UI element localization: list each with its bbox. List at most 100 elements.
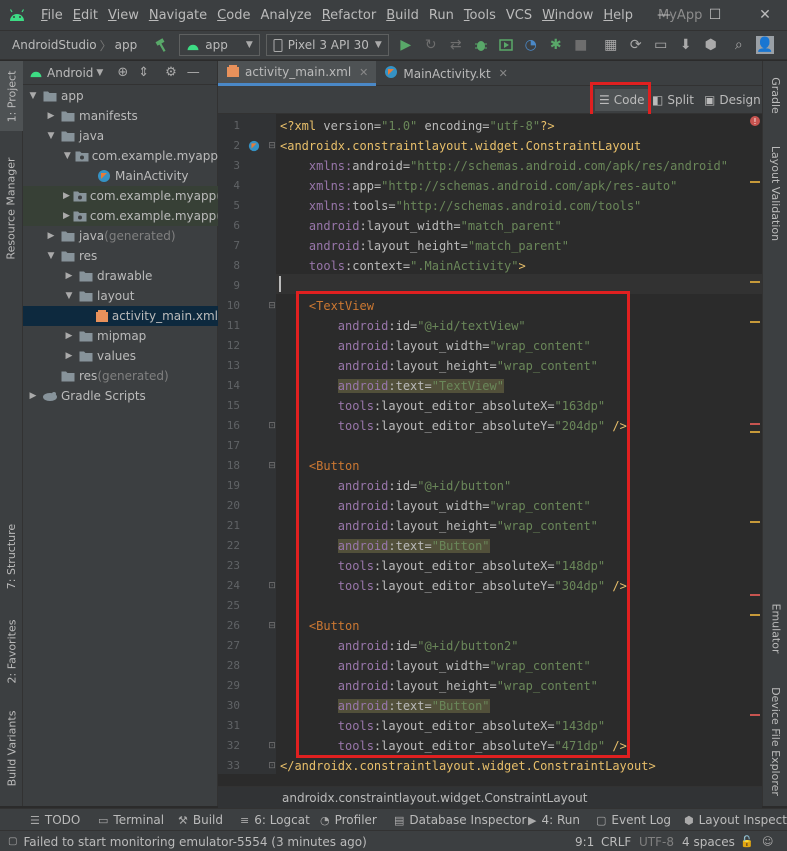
status-message[interactable]: ▢ Failed to start monitoring emulator-55… [8, 831, 367, 851]
warning-mark[interactable] [750, 181, 760, 183]
make-project-hammer-icon[interactable] [151, 34, 173, 56]
layout-inspector-icon[interactable]: ⬢ [700, 34, 722, 56]
run-configuration-select[interactable]: app ▼ [179, 34, 260, 56]
tree-item[interactable]: ▼ res [23, 246, 218, 266]
tree-item[interactable]: MainActivity [23, 166, 218, 186]
tool-tab-build-variants[interactable]: Build Variants [0, 701, 23, 796]
tool-terminal[interactable]: ▭ Terminal [98, 809, 164, 831]
project-structure-icon[interactable]: ▦ [600, 34, 622, 56]
gear-icon[interactable]: ⚙ [165, 65, 177, 80]
tree-item[interactable]: ▼ com.example.myapp [23, 146, 218, 166]
tree-item[interactable]: res (generated) [23, 366, 218, 386]
chevron-right-icon[interactable]: ▶ [27, 391, 39, 401]
chevron-right-icon[interactable]: ▶ [63, 271, 75, 281]
warning-mark[interactable] [750, 614, 760, 616]
code-editor[interactable]: <?xml version="1.0" encoding="utf-8"?> <a… [276, 114, 762, 774]
device-select[interactable]: Pixel 3 API 30 ▼ [265, 34, 389, 56]
collapse-all-icon[interactable]: ⇕ [138, 65, 149, 80]
design-view-button[interactable]: ▣ Design [704, 89, 761, 111]
chevron-down-icon[interactable]: ▼ [27, 91, 39, 101]
project-view-mode[interactable]: Android [47, 66, 93, 80]
tree-item[interactable]: ▶ mipmap [23, 326, 218, 346]
run-icon[interactable]: ▶ [395, 34, 417, 56]
warning-mark[interactable] [750, 521, 760, 523]
chevron-right-icon[interactable]: ▶ [63, 331, 75, 341]
tree-item[interactable]: ▶ drawable [23, 266, 218, 286]
debug-icon[interactable] [470, 34, 492, 56]
warning-mark[interactable] [750, 321, 760, 323]
chevron-down-icon[interactable]: ▼ [96, 68, 103, 78]
tool-logcat[interactable]: ≡ 6: Logcat [240, 809, 310, 831]
tree-item[interactable]: ▶ java (generated) [23, 226, 218, 246]
close-tab-icon[interactable]: ✕ [359, 66, 368, 79]
error-mark[interactable] [750, 594, 760, 596]
tool-database-inspector[interactable]: ▤ Database Inspector [394, 809, 526, 831]
related-activity-icon[interactable] [248, 136, 260, 156]
menu-view[interactable]: View [103, 8, 144, 23]
chevron-down-icon[interactable]: ▼ [45, 131, 57, 141]
tool-tab-structure[interactable]: 7: Structure [0, 511, 23, 601]
tree-item[interactable]: ▼ layout [23, 286, 218, 306]
attach-debugger-icon[interactable]: ✱ [545, 34, 567, 56]
search-icon[interactable]: ⌕ [728, 34, 750, 56]
avd-manager-icon[interactable]: ▭ [650, 34, 672, 56]
split-view-button[interactable]: ◧ Split [652, 89, 694, 111]
menu-tools[interactable]: Tools [459, 8, 501, 23]
chevron-right-icon[interactable]: ▶ [45, 231, 57, 241]
editor-tab[interactable]: activity_main.xml ✕ [218, 61, 377, 86]
tree-item[interactable]: ▶ values [23, 346, 218, 366]
tool-tab-device-file-explorer[interactable]: Device File Explorer [763, 676, 787, 806]
chevron-right-icon[interactable]: ▶ [63, 351, 75, 361]
chevron-down-icon[interactable]: ▼ [63, 151, 72, 161]
tree-item[interactable]: ▶com.example.myapp (a [23, 186, 218, 206]
menu-build[interactable]: Build [381, 8, 424, 23]
error-indicator-icon[interactable]: ! [750, 116, 760, 126]
editor-breadcrumb[interactable]: androidx.constraintlayout.widget.Constra… [218, 786, 762, 808]
chevron-right-icon[interactable]: ▶ [63, 191, 70, 201]
tool-event-log[interactable]: ▢ Event Log [596, 809, 671, 831]
warning-mark[interactable] [750, 431, 760, 433]
tool-tab-favorites[interactable]: 2: Favorites [0, 611, 23, 691]
inspection-icon[interactable]: ☺ [762, 831, 773, 851]
tool-tab-layout-validation[interactable]: Layout Validation [763, 136, 787, 251]
user-account-icon[interactable]: 👤 [755, 36, 774, 54]
chevron-down-icon[interactable]: ▼ [63, 291, 75, 301]
locate-file-icon[interactable]: ⊕ [117, 65, 128, 80]
tool-todo[interactable]: ☰ TODO [30, 809, 80, 831]
indent-setting[interactable]: 4 spaces [682, 831, 735, 851]
tool-tab-emulator[interactable]: Emulator [763, 591, 787, 666]
tree-item[interactable]: ▼ app [23, 86, 218, 106]
close-tab-icon[interactable]: ✕ [499, 67, 508, 80]
apply-code-changes-icon[interactable]: ⇄ [445, 34, 467, 56]
tool-build[interactable]: ⚒ Build [178, 809, 223, 831]
chevron-down-icon[interactable]: ▼ [45, 251, 57, 261]
lock-icon[interactable]: 🔓 [740, 831, 754, 851]
run-with-coverage-icon[interactable] [495, 34, 517, 56]
menu-help[interactable]: Help [598, 8, 638, 23]
tool-tab-resource-manager[interactable]: Resource Manager [0, 141, 23, 276]
breadcrumb-project[interactable]: AndroidStudio [0, 38, 97, 52]
tree-item[interactable]: ▼ java [23, 126, 218, 146]
tool-layout-inspector[interactable]: ⬢ Layout Inspector [684, 809, 787, 831]
tool-profiler[interactable]: ◔ Profiler [320, 809, 377, 831]
hide-panel-icon[interactable]: — [187, 65, 200, 80]
error-mark[interactable] [750, 714, 760, 716]
menu-file[interactable]: File [36, 8, 68, 23]
error-mark[interactable] [750, 423, 760, 425]
stop-icon[interactable]: ■ [570, 34, 592, 56]
tree-item[interactable]: ▶ manifests [23, 106, 218, 126]
line-separator[interactable]: CRLF [601, 831, 631, 851]
menu-edit[interactable]: Edit [68, 8, 103, 23]
menu-navigate[interactable]: Navigate [144, 8, 212, 23]
menu-analyze[interactable]: Analyze [255, 8, 316, 23]
tree-item[interactable]: activity_main.xml [23, 306, 218, 326]
chevron-right-icon[interactable]: ▶ [45, 111, 57, 121]
profile-icon[interactable]: ◔ [520, 34, 542, 56]
warning-mark[interactable] [750, 281, 760, 283]
code-view-button[interactable]: ☰ Code [595, 89, 649, 111]
tool-tab-project[interactable]: 1: Project [0, 61, 23, 131]
tree-item[interactable]: ▶com.example.myapp (t [23, 206, 218, 226]
sync-project-icon[interactable]: ⟳ [625, 34, 647, 56]
caret-position[interactable]: 9:1 [575, 831, 594, 851]
menu-run[interactable]: Run [424, 8, 459, 23]
